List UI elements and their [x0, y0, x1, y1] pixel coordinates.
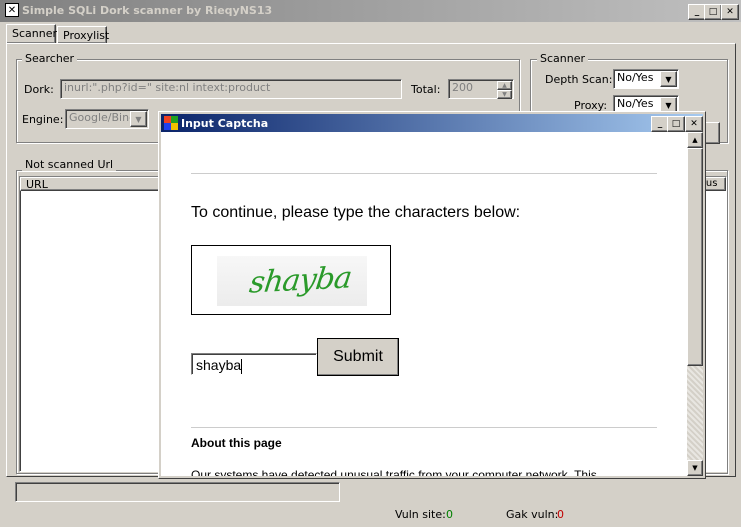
captcha-text: shayba — [247, 260, 354, 301]
top-divider — [191, 173, 657, 174]
dialog-maximize-button[interactable]: □ — [667, 116, 685, 132]
text-cursor — [241, 358, 243, 374]
not-scanned-legend: Not scanned Url — [22, 158, 117, 171]
tab-proxylist[interactable]: Proxylist — [57, 26, 110, 43]
captcha-image-frame: shayba — [191, 245, 391, 315]
maximize-button[interactable]: □ — [704, 4, 722, 20]
submit-button-label: Submit — [333, 348, 383, 365]
tab-scanner[interactable]: Scanner — [6, 24, 58, 43]
stepper-up-icon[interactable]: ▲ — [497, 81, 512, 90]
app-icon[interactable]: ✕ — [5, 3, 19, 17]
dork-input[interactable]: inurl:".php?id=" site:nl intext:product — [60, 79, 402, 99]
depth-scan-select[interactable]: No/Yes ▼ — [613, 69, 679, 89]
scroll-up-icon[interactable]: ▲ — [687, 132, 703, 148]
dialog-title: Input Captcha — [181, 117, 269, 130]
about-text: Our systems have detected unusual traffi… — [191, 468, 597, 476]
main-title-bar[interactable]: ✕ Simple SQLi Dork scanner by RieqyNS13 … — [0, 0, 741, 22]
dialog-close-button[interactable]: ✕ — [685, 116, 703, 132]
gak-vuln-count: 0 — [557, 508, 564, 521]
engine-select[interactable]: Google/Bing ▼ — [65, 109, 149, 129]
captcha-input[interactable]: shayba — [191, 353, 317, 375]
captcha-instruction: To continue, please type the characters … — [191, 204, 521, 221]
column-header-url[interactable]: URL — [20, 177, 160, 191]
dialog-browser-content: To continue, please type the characters … — [161, 132, 687, 476]
tab-strip: Scanner Proxylist — [6, 24, 736, 44]
column-header-url-label: URL — [26, 178, 48, 191]
close-button[interactable]: ✕ — [721, 4, 739, 20]
dialog-app-icon[interactable] — [164, 116, 178, 130]
stepper-down-icon[interactable]: ▼ — [497, 90, 512, 99]
searcher-legend: Searcher — [22, 52, 78, 65]
chevron-down-icon[interactable]: ▼ — [130, 111, 147, 127]
scroll-down-icon[interactable]: ▼ — [687, 460, 703, 476]
chevron-down-icon[interactable]: ▼ — [660, 71, 677, 87]
vuln-site-label: Vuln site: — [395, 508, 446, 521]
progress-bar — [15, 482, 340, 502]
tab-scanner-label: Scanner — [12, 27, 58, 40]
captcha-input-value: shayba — [196, 357, 242, 373]
total-label: Total: — [411, 83, 441, 96]
dialog-title-bar[interactable]: Input Captcha _ □ ✕ — [161, 114, 703, 132]
engine-label: Engine: — [22, 113, 64, 126]
total-value: 200 — [452, 81, 473, 94]
tab-proxylist-label: Proxylist — [63, 29, 110, 42]
scanner-legend: Scanner — [537, 52, 589, 65]
captcha-dialog: Input Captcha _ □ ✕ To continue, please … — [158, 111, 706, 479]
window-title: Simple SQLi Dork scanner by RieqyNS13 — [22, 4, 273, 17]
depth-scan-value: No/Yes — [617, 71, 654, 84]
bottom-divider — [191, 427, 657, 428]
vuln-site-count: 0 — [446, 508, 453, 521]
gak-vuln-label: Gak vuln: — [506, 508, 559, 521]
submit-button[interactable]: Submit — [317, 338, 399, 376]
depth-scan-label: Depth Scan: — [545, 73, 613, 86]
dork-label: Dork: — [24, 83, 54, 96]
engine-value: Google/Bing — [69, 111, 137, 124]
about-heading: About this page — [191, 436, 282, 450]
total-stepper[interactable]: ▲ ▼ — [497, 81, 512, 99]
proxy-value: No/Yes — [617, 97, 654, 110]
scroll-thumb[interactable] — [687, 148, 703, 366]
total-input[interactable]: 200 ▲ ▼ — [448, 79, 514, 99]
dialog-scrollbar[interactable]: ▲ ▼ — [687, 132, 703, 476]
